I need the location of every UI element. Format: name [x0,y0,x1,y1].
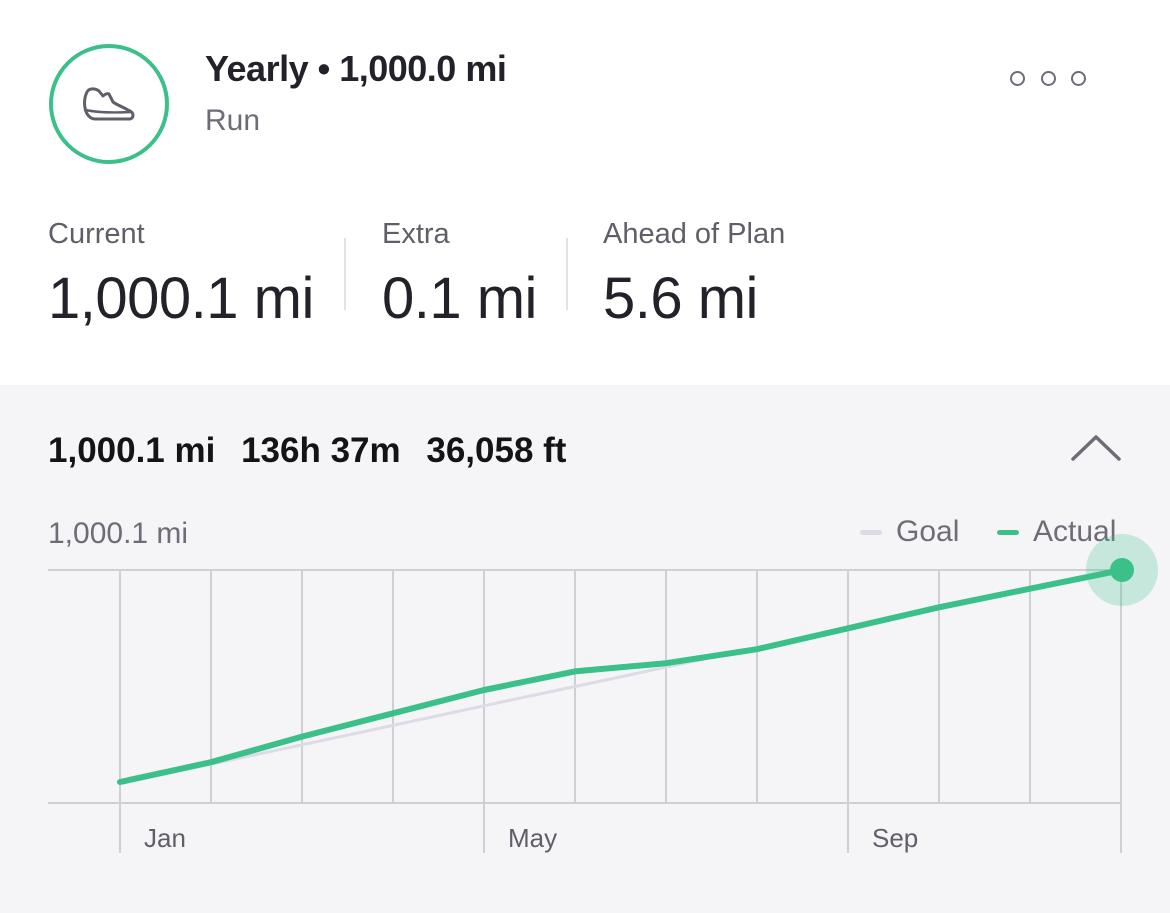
stat-label: Ahead of Plan [603,218,786,250]
more-options-button[interactable] [1010,60,1086,96]
stat-value: 5.6 mi [603,266,758,331]
stat-value: 1,000.1 mi [48,266,314,331]
stat-ahead-of-plan: Ahead of Plan 5.6 mi [603,218,785,332]
progress-chart-panel: 1,000.1 mi 136h 37m 36,058 ft 1,000.1 mi… [0,385,1170,913]
goal-title: Yearly • 1,000.0 mi [205,48,507,89]
stat-label: Current [48,218,145,250]
shoe-icon [83,87,135,121]
goal-header-section: Yearly • 1,000.0 mi Run Current 1,000.1 … [0,0,1170,385]
stat-label: Extra [382,218,450,250]
stat-current: Current 1,000.1 mi [48,218,314,332]
x-tick-label: Jan [144,823,186,853]
more-options-icon [1010,70,1025,86]
more-options-icon [1040,70,1056,86]
more-options-icon [1071,70,1086,86]
current-point-marker [1110,558,1134,582]
stat-divider [566,238,568,310]
activity-badge [49,44,169,164]
stat-divider [344,238,346,310]
stat-value: 0.1 mi [382,266,537,331]
x-tick-label: Sep [872,823,919,853]
goal-activity-type: Run [205,104,261,137]
x-tick-label: May [508,823,558,853]
stat-extra: Extra 0.1 mi [382,218,537,332]
